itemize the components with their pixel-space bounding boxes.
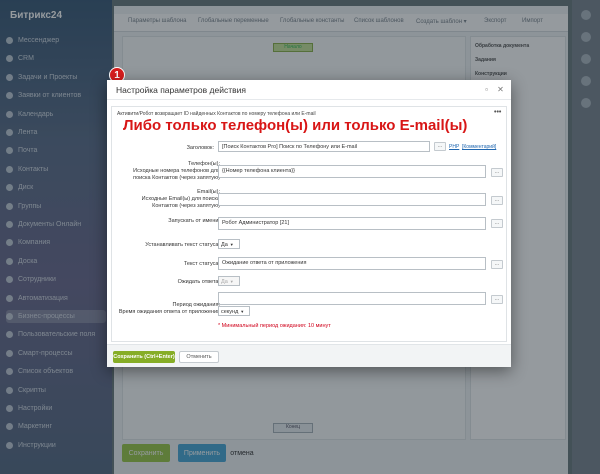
emails-dots-button[interactable]: ...	[491, 196, 503, 205]
close-icon[interactable]: ✕	[495, 84, 506, 95]
title-label: Заголовок:	[186, 145, 214, 151]
run-as-field[interactable]: Робот Администратор [21]	[218, 217, 486, 230]
period-dots-button[interactable]: ...	[491, 295, 503, 304]
wait-select[interactable]: Да ▼	[218, 276, 240, 286]
phones-sublabel: Исходные номера телефонов для поиска Кон…	[133, 168, 220, 181]
phones-dots-button[interactable]: ...	[491, 168, 503, 177]
min-period-hint: * Минимальный период ожидания: 10 минут	[218, 323, 331, 329]
dialog-header: Настройка параметров действия ▫ ✕	[107, 80, 511, 100]
dialog-body: Активити/Робот возвращает ID найденных К…	[111, 106, 507, 342]
period-label: Период ожидания:	[172, 302, 220, 308]
dialog-title: Настройка параметров действия	[116, 85, 246, 95]
more-menu-button[interactable]: •••	[494, 109, 501, 116]
comment-link[interactable]: [Комментарий]	[462, 144, 496, 150]
chevron-down-icon: ▼	[229, 242, 234, 247]
maximize-icon[interactable]: ▫	[481, 84, 492, 95]
php-link[interactable]: PHP	[449, 144, 459, 150]
phones-field[interactable]: {{Номер телефона клиента}}	[218, 165, 486, 178]
status-text-label: Текст статуса:	[183, 261, 220, 267]
action-settings-dialog: Настройка параметров действия ▫ ✕ Активи…	[107, 80, 511, 367]
emails-field[interactable]	[218, 193, 486, 206]
emails-label: Email(ы):	[197, 189, 220, 195]
cancel-button[interactable]: Отменить	[179, 351, 219, 363]
chevron-down-icon: ▼	[229, 279, 234, 284]
emails-sublabel: Исходные Email(ы) для поиска Контактов (…	[141, 196, 220, 209]
period-unit-select[interactable]: секунд ▼	[218, 306, 250, 316]
run-as-dots-button[interactable]: ...	[491, 219, 503, 228]
period-field[interactable]	[218, 292, 486, 305]
period-unit-value: секунд	[221, 309, 239, 315]
wait-value: Да	[221, 279, 228, 285]
save-button[interactable]: Сохранить (Ctrl+Enter)	[113, 351, 175, 363]
status-text-dots-button[interactable]: ...	[491, 260, 503, 269]
period-sublabel: Время ожидания ответа от приложения	[118, 309, 220, 315]
status-text-field[interactable]: Ожидание ответа от приложения	[218, 257, 486, 270]
chevron-down-icon: ▼	[240, 309, 245, 314]
run-as-label: Запускать от имени:	[168, 218, 220, 224]
wait-label: Ожидать ответа:	[177, 279, 220, 285]
annotation-text: Либо только телефон(ы) или только E-mail…	[123, 117, 468, 134]
set-status-label: Устанавливать текст статуса:	[145, 242, 220, 248]
phones-label: Телефон(ы):	[188, 161, 220, 167]
dialog-footer: Сохранить (Ctrl+Enter) Отменить	[107, 344, 511, 367]
set-status-select[interactable]: Да ▼	[218, 239, 240, 249]
title-field[interactable]: [Поиск Контактов Pro] Поиск по Телефону …	[218, 141, 430, 152]
title-dots-button[interactable]: ...	[434, 142, 446, 151]
set-status-value: Да	[221, 242, 228, 248]
